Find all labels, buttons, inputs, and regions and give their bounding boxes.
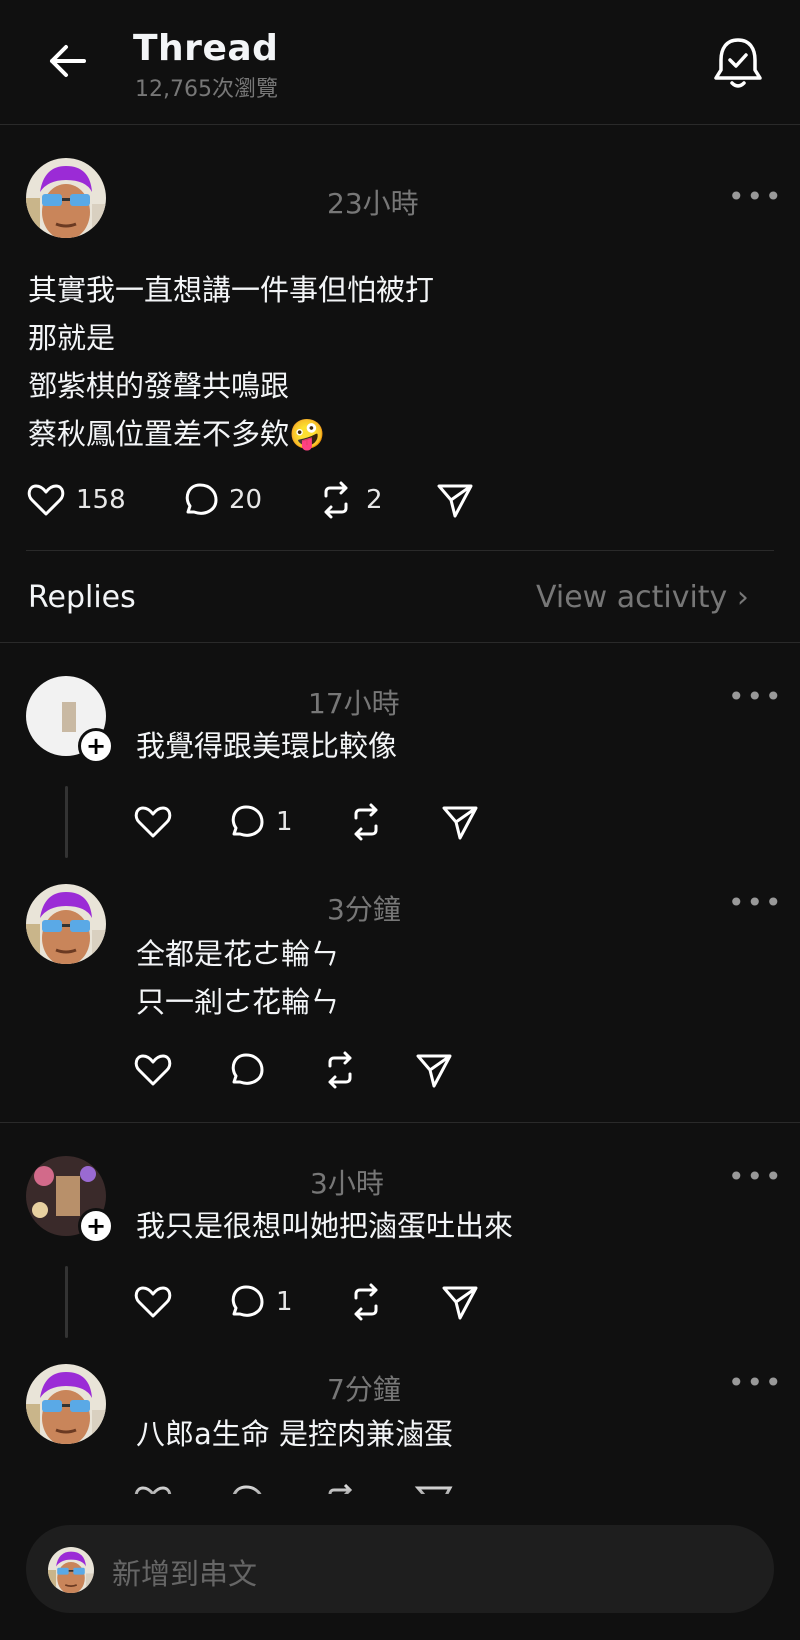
divider [26, 550, 774, 551]
back-button[interactable] [44, 38, 90, 84]
reply-text: 全都是花ㄜ輪ㄣ 只一剎ㄜ花輪ㄣ [136, 937, 340, 1019]
follow-plus-icon[interactable]: + [78, 1208, 114, 1244]
like-icon[interactable] [133, 802, 173, 842]
like-icon[interactable] [133, 1050, 173, 1090]
composer-placeholder: 新增到串文 [112, 1557, 258, 1591]
reply-text: 我覺得跟美環比較像 [136, 729, 398, 763]
post-time: 23小時 [327, 187, 419, 220]
reply-time: 3分鐘 [327, 893, 401, 926]
reply-composer[interactable]: 新增到串文 [26, 1525, 774, 1613]
more-options-icon[interactable]: ••• [728, 680, 784, 713]
view-activity-link[interactable]: View activity › [536, 580, 749, 615]
comment-count: 1 [276, 807, 293, 837]
more-options-icon[interactable]: ••• [728, 886, 784, 919]
repost-icon[interactable] [320, 1050, 360, 1090]
divider [0, 642, 800, 643]
view-activity-label: View activity [536, 580, 728, 615]
thread-line [65, 786, 68, 858]
more-options-icon[interactable]: ••• [728, 1366, 784, 1399]
bell-check-icon [714, 38, 762, 88]
more-options-icon[interactable]: ••• [728, 180, 784, 213]
share-icon[interactable] [435, 480, 475, 520]
comment-icon[interactable] [226, 1282, 266, 1322]
reply-text: 我只是很想叫她把滷蛋吐出來 [136, 1209, 514, 1243]
replies-label: Replies [28, 580, 136, 615]
repost-icon[interactable] [346, 1282, 386, 1322]
notification-button[interactable] [712, 34, 764, 90]
reply-text: 八郎a生命 是控肉兼滷蛋 [136, 1417, 453, 1451]
repost-icon[interactable] [316, 480, 356, 520]
author-avatar[interactable] [26, 158, 106, 238]
arrow-left-icon [50, 45, 86, 77]
like-count: 158 [76, 485, 126, 515]
author-avatar[interactable] [26, 1364, 106, 1444]
reply-time: 3小時 [310, 1167, 384, 1200]
author-avatar[interactable] [26, 884, 106, 964]
bottom-fade [0, 1480, 800, 1520]
like-icon[interactable] [26, 480, 66, 520]
comment-count: 20 [229, 485, 263, 515]
share-icon[interactable] [414, 1050, 454, 1090]
reply-time: 17小時 [308, 687, 400, 720]
comment-icon[interactable] [226, 1050, 266, 1090]
repost-icon[interactable] [346, 802, 386, 842]
share-icon[interactable] [440, 1282, 480, 1322]
repost-count: 2 [366, 485, 383, 515]
more-options-icon[interactable]: ••• [728, 1160, 784, 1193]
follow-plus-icon[interactable]: + [78, 728, 114, 764]
page-title: Thread [133, 28, 279, 69]
comment-count: 1 [276, 1287, 293, 1317]
reply-time: 7分鐘 [327, 1373, 401, 1406]
view-count: 12,765次瀏覽 [135, 77, 278, 102]
current-user-avatar [48, 1547, 94, 1593]
share-icon[interactable] [440, 802, 480, 842]
chevron-right-icon: › [736, 580, 749, 615]
comment-icon[interactable] [180, 480, 220, 520]
comment-icon[interactable] [226, 802, 266, 842]
post-text: 其實我一直想講一件事但怕被打 那就是 鄧紫棋的發聲共鳴跟 蔡秋鳳位置差不多欸🤪 [28, 273, 435, 451]
like-icon[interactable] [133, 1282, 173, 1322]
divider [0, 1122, 800, 1123]
header: Thread 12,765次瀏覽 [0, 0, 800, 125]
thread-line [65, 1266, 68, 1338]
